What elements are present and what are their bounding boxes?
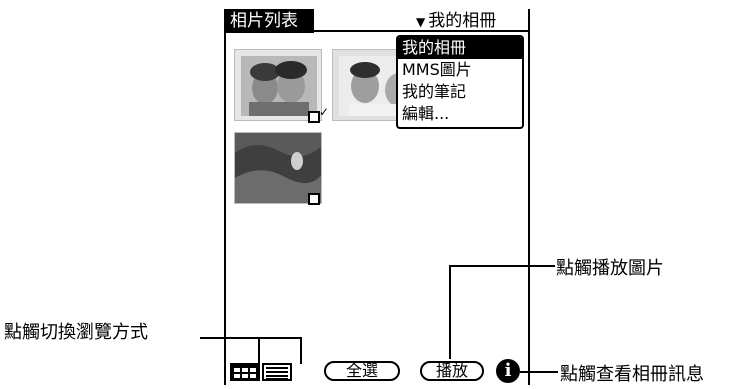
play-button[interactable]: 播放 [420,361,484,381]
dropdown-item-my-notes[interactable]: 我的筆記 [398,81,522,103]
thumbnail-view-button[interactable] [230,363,260,381]
view-callout-line-vertical-1 [258,337,260,364]
dropdown-item-mms-pictures[interactable]: MMS圖片 [398,59,522,81]
triangle-down-icon: ▼ [416,15,426,29]
info-annotation: 點觸查看相冊訊息 [560,364,704,385]
play-callout-line [449,265,555,267]
play-annotation: 點觸播放圖片 [556,258,664,279]
page-title: 相片列表 [226,9,314,33]
thumbnail-view-icon [234,368,256,378]
list-view-button[interactable] [262,363,292,381]
device-screen: 相片列表 ▼ 我的相冊 ✓ 我的相冊 MMS圖片 我的筆記 編輯... 全選 播… [224,9,530,385]
album-dropdown: 我的相冊 MMS圖片 我的筆記 編輯... [396,35,524,129]
view-callout-line [200,337,302,339]
album-selector[interactable]: ▼ 我的相冊 [416,9,496,33]
album-selector-label: 我的相冊 [428,11,497,31]
play-callout-line-vertical [449,265,451,359]
list-view-icon [266,367,288,380]
bottom-toolbar: 全選 播放 i [228,359,526,383]
info-callout-line [520,371,558,373]
dropdown-item-edit[interactable]: 編輯... [398,103,522,125]
photo-3-checkbox[interactable] [308,193,320,205]
check-icon: ✓ [319,105,330,119]
info-icon[interactable]: i [496,359,520,383]
select-all-button[interactable]: 全選 [324,361,400,381]
view-callout-line-vertical-2 [300,337,302,364]
view-toggle-annotation: 點觸切換瀏覽方式 [4,322,148,343]
dropdown-item-my-album[interactable]: 我的相冊 [398,37,522,59]
